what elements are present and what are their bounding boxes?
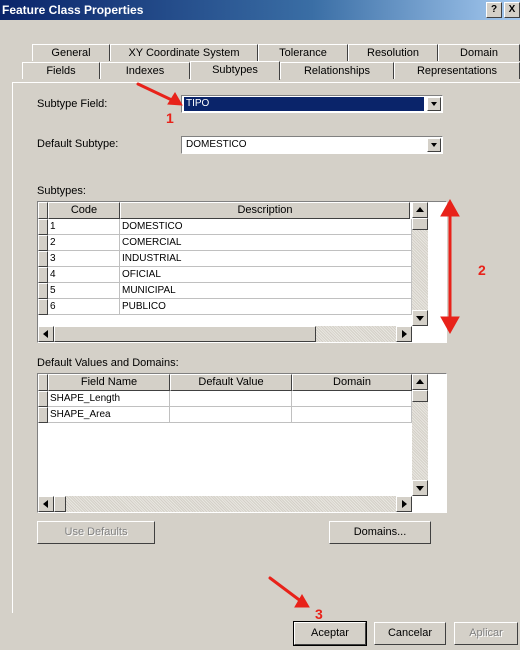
apply-button[interactable]: Aplicar: [454, 622, 518, 645]
tab-relationships[interactable]: Relationships: [280, 62, 394, 79]
grid-corner: [38, 202, 48, 219]
subtype-code-cell[interactable]: 1: [48, 219, 120, 235]
tab-subtypes[interactable]: Subtypes: [190, 61, 280, 80]
scroll-down-icon[interactable]: [412, 310, 428, 326]
scroll-down-icon[interactable]: [412, 480, 428, 496]
row-selector[interactable]: [38, 299, 48, 315]
field-name-cell[interactable]: SHAPE_Area: [48, 407, 170, 423]
subtype-description-cell[interactable]: DOMESTICO: [120, 219, 412, 235]
chevron-down-icon[interactable]: [427, 138, 441, 152]
tab-representations[interactable]: Representations: [394, 62, 520, 79]
subtype-code-cell[interactable]: 6: [48, 299, 120, 315]
scroll-thumb[interactable]: [54, 496, 66, 512]
tab-fields[interactable]: Fields: [22, 62, 100, 79]
default-value-cell[interactable]: [170, 391, 292, 407]
column-header-code[interactable]: Code: [48, 202, 120, 219]
row-selector[interactable]: [38, 219, 48, 235]
default-value-cell[interactable]: [170, 407, 292, 423]
field-name-cell[interactable]: SHAPE_Length: [48, 391, 170, 407]
tab-tolerance[interactable]: Tolerance: [258, 44, 348, 61]
scroll-right-icon[interactable]: [396, 496, 412, 512]
tab-indexes[interactable]: Indexes: [100, 62, 190, 79]
subtype-code-cell[interactable]: 4: [48, 267, 120, 283]
scroll-thumb[interactable]: [412, 218, 428, 230]
subtypes-label: Subtypes:: [37, 185, 86, 197]
row-selector[interactable]: [38, 251, 48, 267]
subtype-description-cell[interactable]: MUNICIPAL: [120, 283, 412, 299]
column-header-default-value[interactable]: Default Value: [170, 374, 292, 391]
cancel-button[interactable]: Cancelar: [374, 622, 446, 645]
annotation-number-1: 1: [166, 110, 174, 126]
subtype-description-cell[interactable]: INDUSTRIAL: [120, 251, 412, 267]
vertical-scrollbar[interactable]: [412, 202, 428, 326]
subtypes-panel: Subtype Field: TIPO Default Subtype: DOM…: [12, 82, 520, 613]
scroll-left-icon[interactable]: [38, 496, 54, 512]
default-values-label: Default Values and Domains:: [37, 357, 179, 369]
default-subtype-value: DOMESTICO: [186, 139, 247, 150]
subtype-field-label: Subtype Field:: [37, 98, 108, 110]
grid-corner: [38, 374, 48, 391]
horizontal-scrollbar[interactable]: [38, 326, 412, 342]
chevron-down-icon[interactable]: [427, 97, 441, 111]
subtype-field-combo[interactable]: TIPO: [181, 95, 443, 113]
row-selector[interactable]: [38, 267, 48, 283]
subtypes-grid[interactable]: Code Description 1 DOMESTICO 2 COMERCIAL 3 IN…: [37, 201, 447, 343]
row-selector[interactable]: [38, 407, 48, 423]
scroll-thumb[interactable]: [54, 326, 316, 342]
annotation-number-3: 3: [315, 606, 323, 622]
scroll-up-icon[interactable]: [412, 202, 428, 218]
column-header-field-name[interactable]: Field Name: [48, 374, 170, 391]
subtype-description-cell[interactable]: COMERCIAL: [120, 235, 412, 251]
use-defaults-button[interactable]: Use Defaults: [37, 521, 155, 544]
domain-cell[interactable]: [292, 407, 412, 423]
tab-domain[interactable]: Domain: [438, 44, 520, 61]
subtype-field-value: TIPO: [184, 97, 424, 111]
window-title: Feature Class Properties: [2, 3, 144, 17]
tab-xy-coordinate-system[interactable]: XY Coordinate System: [110, 44, 258, 61]
feature-class-properties-dialog: Feature Class Properties ? X General XY …: [0, 0, 520, 650]
row-selector[interactable]: [38, 391, 48, 407]
default-values-grid[interactable]: Field Name Default Value Domain SHAPE_Le…: [37, 373, 447, 513]
default-subtype-combo[interactable]: DOMESTICO: [181, 136, 443, 154]
row-selector[interactable]: [38, 235, 48, 251]
subtype-description-cell[interactable]: OFICIAL: [120, 267, 412, 283]
horizontal-scrollbar[interactable]: [38, 496, 412, 512]
tab-general[interactable]: General: [32, 44, 110, 61]
close-button[interactable]: X: [504, 2, 520, 18]
scroll-right-icon[interactable]: [396, 326, 412, 342]
subtype-code-cell[interactable]: 5: [48, 283, 120, 299]
scroll-thumb[interactable]: [412, 390, 428, 402]
row-selector[interactable]: [38, 283, 48, 299]
column-header-description[interactable]: Description: [120, 202, 410, 219]
subtype-code-cell[interactable]: 2: [48, 235, 120, 251]
help-button[interactable]: ?: [486, 2, 502, 18]
vertical-scrollbar[interactable]: [412, 374, 428, 496]
subtype-description-cell[interactable]: PUBLICO: [120, 299, 412, 315]
default-subtype-label: Default Subtype:: [37, 138, 119, 150]
annotation-number-2: 2: [478, 262, 486, 278]
tab-resolution[interactable]: Resolution: [348, 44, 438, 61]
title-bar: Feature Class Properties ? X: [0, 0, 520, 20]
subtype-code-cell[interactable]: 3: [48, 251, 120, 267]
domain-cell[interactable]: [292, 391, 412, 407]
domains-button[interactable]: Domains...: [329, 521, 431, 544]
scroll-up-icon[interactable]: [412, 374, 428, 390]
ok-button[interactable]: Aceptar: [293, 621, 367, 646]
scroll-left-icon[interactable]: [38, 326, 54, 342]
column-header-domain[interactable]: Domain: [292, 374, 412, 391]
